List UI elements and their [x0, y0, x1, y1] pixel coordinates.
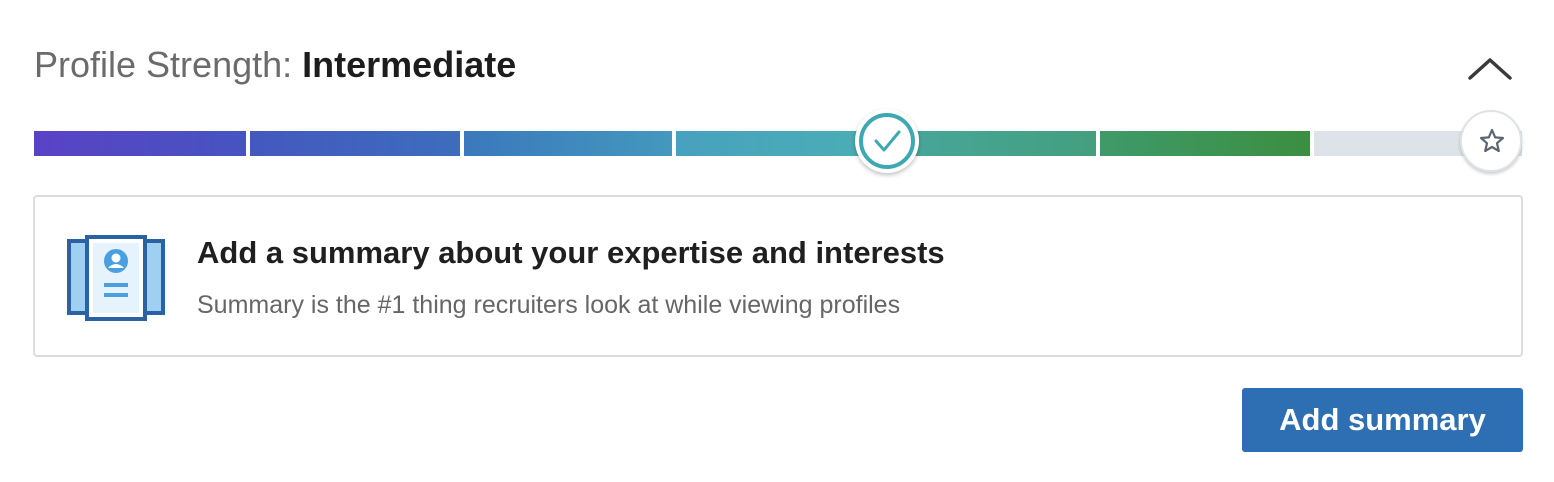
meter-segment-5	[1100, 131, 1310, 156]
all-star-goal-marker	[1460, 110, 1522, 172]
meter-segment-1	[34, 131, 246, 156]
profile-strength-heading: Profile Strength: Intermediate	[34, 40, 516, 90]
star-icon	[1479, 128, 1505, 153]
profile-document-icon	[67, 235, 165, 321]
check-icon	[874, 130, 901, 152]
profile-strength-card: Profile Strength: Intermediate Add a sum…	[0, 0, 1554, 482]
suggestion-subtitle: Summary is the #1 thing recruiters look …	[197, 291, 901, 319]
profile-strength-meter	[34, 131, 1522, 156]
profile-strength-label: Profile Strength:	[34, 44, 293, 85]
meter-segment-3	[464, 131, 672, 156]
add-summary-button[interactable]: Add summary	[1242, 388, 1523, 452]
collapse-button[interactable]	[1462, 48, 1518, 88]
suggestion-box: Add a summary about your expertise and i…	[33, 195, 1523, 357]
current-level-marker	[855, 109, 919, 173]
suggestion-title: Add a summary about your expertise and i…	[197, 235, 945, 270]
profile-strength-level: Intermediate	[302, 44, 517, 85]
meter-segment-2	[250, 131, 460, 156]
chevron-up-icon	[1468, 58, 1512, 80]
